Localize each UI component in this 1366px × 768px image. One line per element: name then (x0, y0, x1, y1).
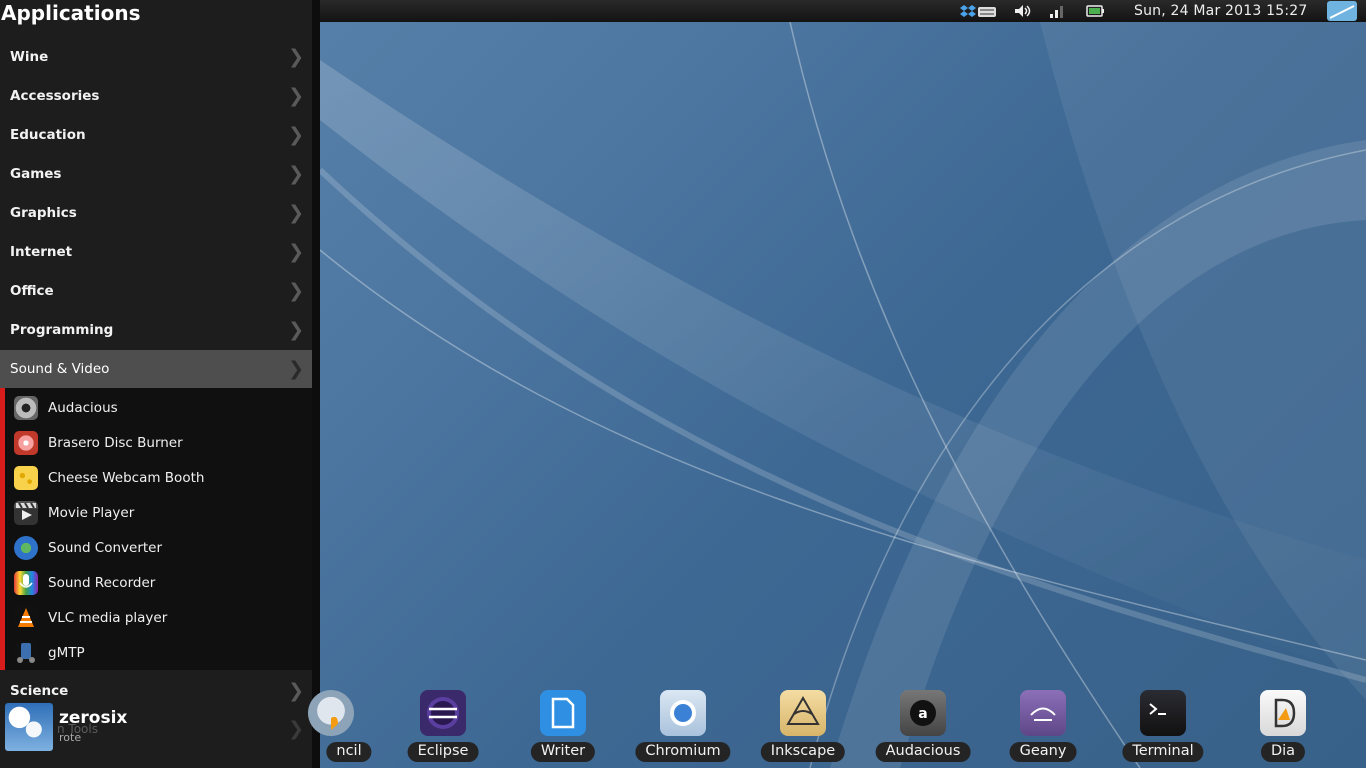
dock-item-chromium[interactable]: Chromium (633, 690, 733, 768)
chevron-right-icon: ❯ (288, 241, 304, 263)
category-label: Science (10, 683, 69, 699)
user-switcher-icon[interactable] (1326, 0, 1358, 22)
writer-icon (540, 690, 586, 736)
category-label: Graphics (10, 205, 77, 221)
dock-label: Chromium (635, 742, 731, 762)
volume-icon[interactable] (1013, 3, 1033, 19)
dock-label: Inkscape (760, 742, 846, 762)
menu-scrollbar[interactable] (312, 0, 320, 768)
audacious-icon: a (900, 690, 946, 736)
chevron-right-icon: ❯ (288, 280, 304, 302)
dock-item-writer[interactable]: Writer (513, 690, 613, 768)
category-label: Sound & Video (10, 361, 110, 377)
dock-item-audacious[interactable]: a Audacious (873, 690, 973, 768)
dock-item-geany[interactable]: Geany (993, 690, 1093, 768)
dock-item-inkscape[interactable]: Inkscape (753, 690, 853, 768)
user-area[interactable]: n Tools ❯ zerosix rote (0, 700, 312, 768)
cheese-icon (14, 466, 38, 490)
dock-label: Geany (1009, 742, 1077, 762)
vlc-icon (14, 606, 38, 630)
category-programming[interactable]: Programming ❯ (0, 311, 312, 350)
svg-text:a: a (918, 706, 927, 722)
dock-item-terminal[interactable]: Terminal (1113, 690, 1213, 768)
geany-icon (1020, 690, 1066, 736)
category-games[interactable]: Games ❯ (0, 155, 312, 194)
dock-label: Audacious (875, 742, 971, 762)
chevron-right-icon: ❯ (288, 202, 304, 224)
chevron-right-icon: ❯ (288, 124, 304, 146)
dock-label: Writer (530, 742, 596, 762)
avatar (5, 703, 53, 751)
submenu-sound-and-video: Audacious Brasero Disc Burner Cheese Web… (0, 388, 312, 670)
chevron-right-icon: ❯ (288, 85, 304, 107)
eclipse-icon (420, 690, 466, 736)
menu-item-label: Sound Recorder (48, 575, 156, 591)
pencil-icon (308, 690, 354, 736)
category-sound-and-video[interactable]: Sound & Video ❯ (0, 350, 312, 389)
category-office[interactable]: Office ❯ (0, 272, 312, 311)
category-label: Programming (10, 322, 114, 338)
movie-player-icon (14, 501, 38, 525)
menu-item-gmtp[interactable]: gMTP (5, 635, 312, 670)
menu-item-label: Cheese Webcam Booth (48, 470, 205, 486)
menu-item-label: Sound Converter (48, 540, 163, 556)
top-panel: Sun, 24 Mar 2013 15:27 (320, 0, 1366, 22)
category-label: Education (10, 127, 86, 143)
menu-item-label: gMTP (48, 645, 85, 661)
menu-item-vlc[interactable]: VLC media player (5, 600, 312, 635)
category-education[interactable]: Education ❯ (0, 116, 312, 155)
clock[interactable]: Sun, 24 Mar 2013 15:27 (1134, 3, 1308, 19)
keyboard-icon[interactable] (977, 3, 997, 19)
menu-item-cheese[interactable]: Cheese Webcam Booth (5, 460, 312, 495)
sound-converter-icon (14, 536, 38, 560)
category-label: Accessories (10, 88, 100, 104)
category-label: Office (10, 283, 54, 299)
dia-icon (1260, 690, 1306, 736)
category-label: Internet (10, 244, 73, 260)
dock-item-pencil[interactable]: ncil (281, 690, 381, 768)
menu-title: Applications (1, 1, 141, 25)
dock-item-eclipse[interactable]: Eclipse (393, 690, 493, 768)
inkscape-icon (780, 690, 826, 736)
terminal-icon (1140, 690, 1186, 736)
category-wine[interactable]: Wine ❯ (0, 38, 312, 77)
dock-label: ncil (326, 742, 372, 762)
dock-label: Eclipse (407, 742, 479, 762)
audacious-icon (14, 396, 38, 420)
menu-item-sound-recorder[interactable]: Sound Recorder (5, 565, 312, 600)
category-accessories[interactable]: Accessories ❯ (0, 77, 312, 116)
category-label: Games (10, 166, 62, 182)
chevron-right-icon: ❯ (288, 358, 304, 380)
dock-label: Terminal (1122, 742, 1204, 762)
dock-label: Dia (1260, 742, 1306, 762)
dropbox-icon[interactable] (960, 3, 976, 19)
username: zerosix (59, 708, 128, 728)
dock-item-dia[interactable]: Dia (1233, 690, 1333, 768)
applications-menu: Applications Wine ❯ Accessories ❯ Educat… (0, 0, 320, 768)
category-label: Wine (10, 49, 49, 65)
user-subtitle: rote (59, 731, 82, 744)
menu-item-brasero[interactable]: Brasero Disc Burner (5, 425, 312, 460)
brasero-icon (14, 431, 38, 455)
menu-item-label: VLC media player (48, 610, 168, 626)
chromium-icon (660, 690, 706, 736)
signal-icon[interactable] (1049, 3, 1067, 19)
chevron-right-icon: ❯ (288, 319, 304, 341)
category-graphics[interactable]: Graphics ❯ (0, 194, 312, 233)
chevron-right-icon: ❯ (288, 46, 304, 68)
menu-item-label: Audacious (48, 400, 118, 416)
category-internet[interactable]: Internet ❯ (0, 233, 312, 272)
chevron-right-icon: ❯ (288, 163, 304, 185)
menu-item-label: Brasero Disc Burner (48, 435, 183, 451)
menu-item-audacious[interactable]: Audacious (5, 390, 312, 425)
menu-item-label: Movie Player (48, 505, 135, 521)
gmtp-icon (14, 641, 38, 665)
menu-item-sound-converter[interactable]: Sound Converter (5, 530, 312, 565)
menu-item-movie-player[interactable]: Movie Player (5, 495, 312, 530)
battery-icon[interactable] (1086, 3, 1106, 19)
sound-recorder-icon (14, 571, 38, 595)
